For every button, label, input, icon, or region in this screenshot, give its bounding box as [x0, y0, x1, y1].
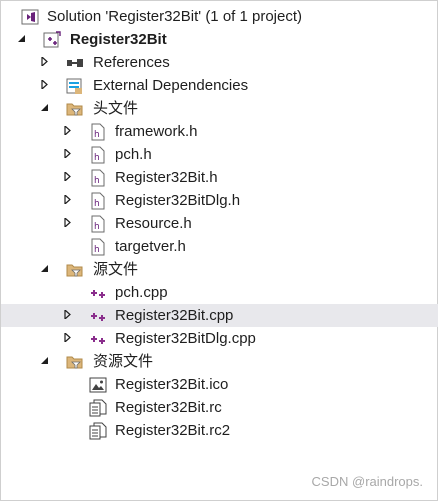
expand-arrow-icon[interactable] [36, 51, 52, 74]
svg-text:h: h [94, 153, 100, 163]
solution-label: Solution 'Register32Bit' (1 of 1 project… [47, 8, 303, 25]
header-file-icon: h [89, 123, 107, 141]
expand-arrow-icon[interactable] [59, 120, 75, 143]
header-file-icon: h [89, 215, 107, 233]
visual-studio-solution-icon [21, 8, 39, 26]
header-file-icon: h [89, 192, 107, 210]
file-label: framework.h [115, 123, 198, 140]
file-label: Register32Bit.rc [115, 399, 222, 416]
file-label: Register32Bit.rc2 [115, 422, 231, 439]
source-files-label: 源文件 [93, 261, 139, 278]
file-label: pch.cpp [115, 284, 168, 301]
expand-arrow-icon[interactable] [59, 166, 75, 189]
header-file-icon: h [89, 238, 107, 256]
file-label: Register32Bit.cpp [115, 307, 234, 324]
tree-row-resource-files[interactable]: 资源文件 [1, 350, 438, 373]
cpp-file-icon [89, 307, 107, 325]
tree-row-pch-cpp[interactable]: pch.cpp [1, 281, 438, 304]
tree-row-register32bitdlg-h[interactable]: h Register32BitDlg.h [1, 189, 438, 212]
references-icon [66, 54, 84, 72]
collapse-arrow-icon[interactable] [36, 350, 52, 373]
tree-row-register32bit-ico[interactable]: Register32Bit.ico [1, 373, 438, 396]
file-label: Register32Bit.h [115, 169, 218, 186]
resource-script-icon [89, 399, 107, 417]
filter-folder-icon [66, 353, 84, 371]
tree-row-register32bit-rc[interactable]: Register32Bit.rc [1, 396, 438, 419]
tree-row-register32bit-h[interactable]: h Register32Bit.h [1, 166, 438, 189]
filter-folder-icon [66, 261, 84, 279]
expand-arrow-icon[interactable] [59, 212, 75, 235]
expand-arrow-icon[interactable] [59, 189, 75, 212]
tree-row-external-dependencies[interactable]: External Dependencies [1, 74, 438, 97]
cpp-file-icon [89, 284, 107, 302]
expand-arrow-icon[interactable] [36, 74, 52, 97]
svg-text:h: h [94, 222, 100, 232]
tree-row-register32bitdlg-cpp[interactable]: Register32BitDlg.cpp [1, 327, 438, 350]
svg-text:h: h [94, 199, 100, 209]
collapse-arrow-icon[interactable] [36, 258, 52, 281]
tree-row-header-files[interactable]: 头文件 [1, 97, 438, 120]
image-file-icon [89, 376, 107, 394]
expand-arrow-icon[interactable] [59, 327, 75, 350]
filter-folder-icon [66, 100, 84, 118]
resource-script-icon [89, 422, 107, 440]
tree-row-source-files[interactable]: 源文件 [1, 258, 438, 281]
tree-row-framework-h[interactable]: h framework.h [1, 120, 438, 143]
tree-row-targetver-h[interactable]: h targetver.h [1, 235, 438, 258]
file-label: Resource.h [115, 215, 192, 232]
file-label: Register32Bit.ico [115, 376, 229, 393]
expand-arrow-icon[interactable] [59, 143, 75, 166]
collapse-arrow-icon[interactable] [13, 28, 29, 51]
cpp-project-icon [43, 31, 61, 49]
header-files-label: 头文件 [93, 100, 139, 117]
tree-row-register32bit-cpp[interactable]: Register32Bit.cpp [1, 304, 438, 327]
file-label: pch.h [115, 146, 152, 163]
expand-arrow-icon[interactable] [59, 304, 75, 327]
tree-row-solution[interactable]: Solution 'Register32Bit' (1 of 1 project… [1, 5, 438, 28]
svg-text:h: h [94, 176, 100, 186]
tree-row-project[interactable]: Register32Bit [1, 28, 438, 51]
solution-explorer-tree: Solution 'Register32Bit' (1 of 1 project… [0, 0, 438, 501]
file-label: Register32BitDlg.h [115, 192, 241, 209]
external-dependencies-label: External Dependencies [93, 77, 249, 94]
file-label: targetver.h [115, 238, 186, 255]
watermark: CSDN @raindrops. [311, 474, 423, 489]
header-file-icon: h [89, 169, 107, 187]
external-dependencies-icon [66, 77, 84, 95]
tree-row-register32bit-rc2[interactable]: Register32Bit.rc2 [1, 419, 438, 442]
references-label: References [93, 54, 170, 71]
file-label: Register32BitDlg.cpp [115, 330, 256, 347]
svg-text:h: h [94, 245, 100, 255]
resource-files-label: 资源文件 [93, 353, 154, 370]
svg-text:h: h [94, 130, 100, 140]
cpp-file-icon [89, 330, 107, 348]
tree-row-resource-h[interactable]: h Resource.h [1, 212, 438, 235]
collapse-arrow-icon[interactable] [36, 97, 52, 120]
tree-row-pch-h[interactable]: h pch.h [1, 143, 438, 166]
tree-row-references[interactable]: References [1, 51, 438, 74]
header-file-icon: h [89, 146, 107, 164]
project-label: Register32Bit [70, 31, 167, 48]
